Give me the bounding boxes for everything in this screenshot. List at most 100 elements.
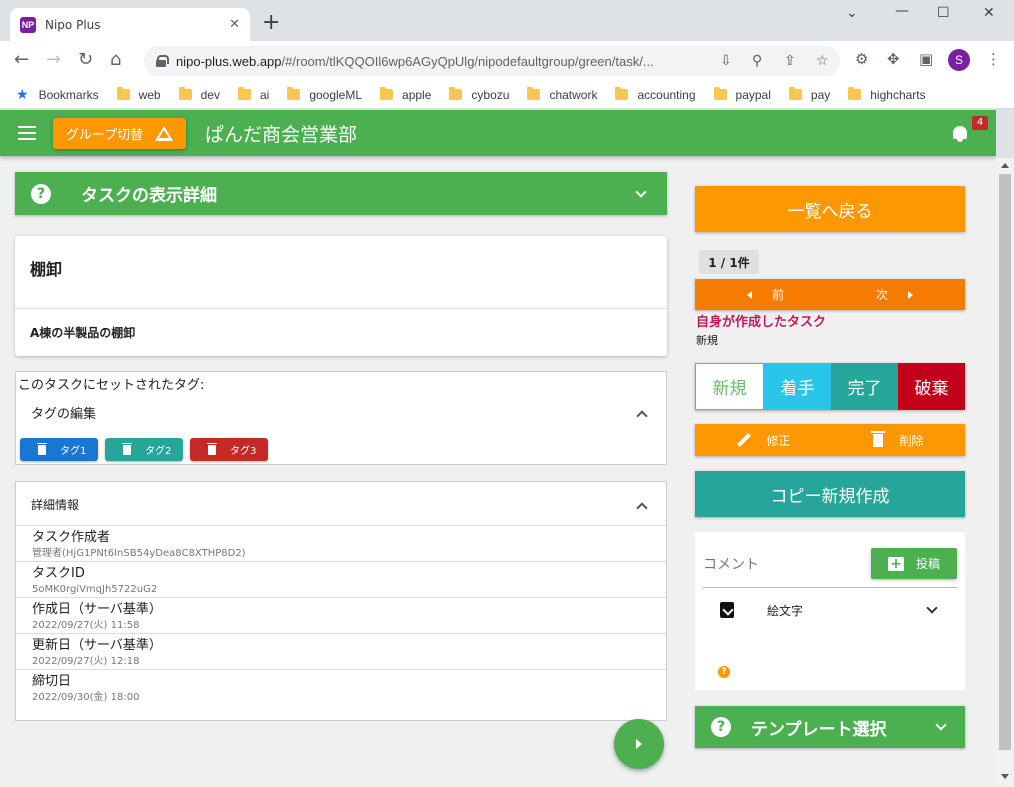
copy-new-button[interactable]: コピー新規作成 xyxy=(695,471,965,517)
current-status: 新規 xyxy=(696,334,718,347)
chevron-down-icon[interactable] xyxy=(926,602,938,614)
tag-chip[interactable]: タグ2 xyxy=(105,438,183,461)
prev-label: 前 xyxy=(772,288,785,302)
tag-chip[interactable]: タグ1 xyxy=(20,438,98,461)
prev-button[interactable]: 前 xyxy=(747,286,784,303)
owner-note: 自身が作成したタスク xyxy=(696,315,827,330)
emoji-download-icon[interactable] xyxy=(720,602,734,618)
status-started-button[interactable]: 着手 xyxy=(764,363,831,410)
bookmark-star-icon[interactable]: ☆ xyxy=(816,53,829,69)
group-switch-button[interactable]: グループ切替 xyxy=(53,118,186,149)
address-bar[interactable]: nipo-plus.web.app/#/room/tlKQQOIl6wp6AGy… xyxy=(144,46,840,76)
help-icon[interactable]: ? xyxy=(711,717,731,737)
delete-label: 削除 xyxy=(899,433,924,448)
zoom-icon[interactable]: ⚲ xyxy=(752,53,762,69)
reload-icon[interactable]: ↻ xyxy=(78,50,93,70)
bookmark-item[interactable]: highcharts xyxy=(848,87,926,102)
post-button[interactable]: + 投稿 xyxy=(871,548,957,579)
detail-label: 締切日 xyxy=(32,674,72,689)
next-button[interactable]: 次 xyxy=(876,286,913,303)
bookmark-label: dev xyxy=(200,87,220,102)
forward-arrow-icon[interactable]: → xyxy=(46,50,61,70)
post-label: 投稿 xyxy=(915,557,940,571)
bookmark-item[interactable]: chatwork xyxy=(527,87,597,102)
bookmark-label: ai xyxy=(259,87,270,102)
share-icon[interactable]: ⇪ xyxy=(784,53,796,69)
install-icon[interactable]: ⇩ xyxy=(720,53,732,69)
chevron-up-icon[interactable] xyxy=(636,500,648,514)
task-detail-header[interactable]: ? タスクの表示詳細 xyxy=(15,172,667,215)
tab-close-icon[interactable]: ✕ xyxy=(229,17,240,32)
edit-button[interactable]: 修正 xyxy=(736,432,791,449)
bookmark-item[interactable]: accounting xyxy=(615,87,696,102)
back-to-list-button[interactable]: 一覧へ戻る xyxy=(695,186,965,232)
delete-button[interactable]: 削除 xyxy=(871,430,924,449)
tags-edit-label[interactable]: タグの編集 xyxy=(31,403,96,422)
bookmark-label: Bookmarks xyxy=(38,87,99,102)
new-tab-icon[interactable]: + xyxy=(262,12,280,34)
url-host: nipo-plus.web.app xyxy=(176,53,282,69)
folder-icon xyxy=(713,87,727,100)
bookmark-item[interactable]: ai xyxy=(237,87,270,102)
bookmarks-bar: ★ Bookmarks web dev ai googleML apple cyb… xyxy=(0,81,1014,109)
task-description: A棟の半製品の棚卸 xyxy=(30,326,136,340)
detail-value: 2022/09/27(火) 12:18 xyxy=(32,656,140,667)
bookmark-item[interactable]: apple xyxy=(380,87,432,102)
lock-icon[interactable] xyxy=(156,55,169,67)
comment-label: コメント xyxy=(703,557,759,573)
home-icon[interactable]: ⌂ xyxy=(110,50,121,70)
url-path: /#/room/tlKQQOIl6wp6AGyQpUlg/nipodefault… xyxy=(281,53,654,69)
puzzle-icon[interactable]: ✥ xyxy=(887,50,900,68)
bookmark-item[interactable]: dev xyxy=(178,87,220,102)
extension-icon[interactable]: ⚙ xyxy=(855,50,868,68)
minimize-icon[interactable]: — xyxy=(895,3,909,19)
help-icon[interactable]: ? xyxy=(31,183,51,204)
scroll-up-icon[interactable] xyxy=(1001,163,1009,168)
back-arrow-icon[interactable]: ← xyxy=(14,50,29,70)
bell-icon[interactable] xyxy=(951,125,969,143)
chevron-up-icon[interactable] xyxy=(636,408,648,422)
sidepanel-icon[interactable]: ▣ xyxy=(919,50,933,68)
folder-icon xyxy=(788,87,802,100)
bookmark-item[interactable]: cybozu xyxy=(449,87,509,102)
page-scrollbar[interactable] xyxy=(996,158,1014,787)
folder-icon xyxy=(615,87,629,100)
bookmark-item[interactable]: web xyxy=(116,87,161,102)
profile-avatar[interactable]: S xyxy=(948,49,970,71)
chevron-left-icon xyxy=(747,290,752,299)
chevron-down-icon[interactable] xyxy=(935,719,947,731)
scroll-down-icon[interactable] xyxy=(1001,774,1009,779)
emoji-label[interactable]: 絵文字 xyxy=(767,602,803,619)
trash-icon xyxy=(122,442,132,455)
menu-icon[interactable] xyxy=(18,126,36,140)
maximize-icon[interactable]: ☐ xyxy=(937,5,950,21)
task-detail-title: タスクの表示詳細 xyxy=(81,186,217,206)
chevron-down-icon[interactable] xyxy=(635,185,647,198)
kebab-menu-icon[interactable]: ⋮ xyxy=(986,50,1001,68)
status-new-button[interactable]: 新規 xyxy=(695,363,764,410)
tag-chip[interactable]: タグ3 xyxy=(190,438,268,461)
list-item: タスク作成者 管理者(HjG1PNt6InSB54yDea8C8XTHP8D2) xyxy=(16,525,666,561)
tab-title: Nipo Plus xyxy=(45,17,101,32)
chevron-down-icon[interactable]: ⌄ xyxy=(846,5,858,21)
bookmark-item[interactable]: googleML xyxy=(287,87,362,102)
status-discard-button[interactable]: 破棄 xyxy=(898,363,965,410)
edit-label: 修正 xyxy=(766,433,791,448)
help-icon[interactable]: ? xyxy=(718,666,730,678)
close-window-icon[interactable]: ✕ xyxy=(983,5,995,21)
detail-list: タスク作成者 管理者(HjG1PNt6InSB54yDea8C8XTHP8D2)… xyxy=(16,525,666,705)
bookmark-item[interactable]: pay xyxy=(788,87,830,102)
trash-icon xyxy=(37,442,47,455)
bookmark-item[interactable]: paypal xyxy=(713,87,771,102)
template-select-header[interactable]: ? テンプレート選択 xyxy=(695,706,965,748)
folder-icon xyxy=(380,87,394,100)
list-item: 更新日（サーバ基準） 2022/09/27(火) 12:18 xyxy=(16,633,666,669)
bookmark-label: apple xyxy=(402,87,432,102)
scroll-thumb[interactable] xyxy=(999,174,1011,750)
next-fab-button[interactable] xyxy=(614,719,664,769)
status-done-button[interactable]: 完了 xyxy=(831,363,898,410)
bookmark-label: paypal xyxy=(735,87,771,102)
browser-tab[interactable]: NP Nipo Plus ✕ xyxy=(10,8,250,41)
trash-icon xyxy=(871,430,886,447)
bookmark-item[interactable]: ★ Bookmarks xyxy=(16,86,99,103)
